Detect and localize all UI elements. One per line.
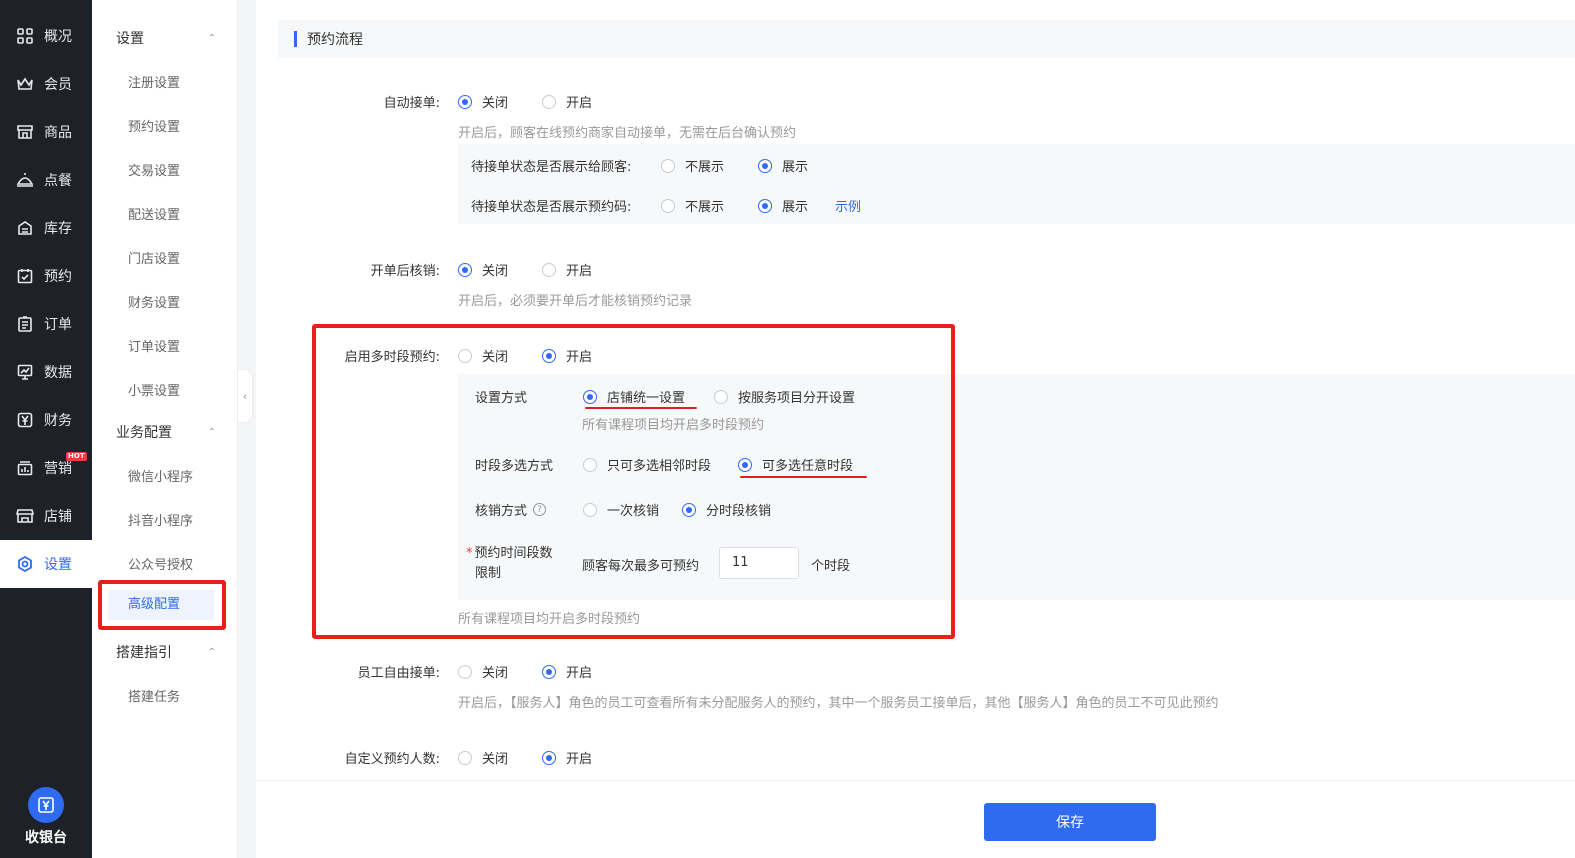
show-code-on-radio[interactable]: 展示 [758,196,808,215]
gear-icon [16,555,34,573]
order-icon [16,315,34,333]
store-icon [16,507,34,525]
verify-after-open-off-radio[interactable]: 关闭 [458,260,508,279]
staff-free-off-radio[interactable]: 关闭 [458,662,508,681]
nav-label: 设置 [44,557,72,573]
yen-icon [16,411,34,429]
subnav-item[interactable]: 交易设置 [128,160,180,179]
auto-accept-off-radio[interactable]: 关闭 [458,92,508,111]
subnav-item[interactable]: 抖音小程序 [128,510,193,529]
verify-after-open-on-radio[interactable]: 开启 [542,260,592,279]
nav-item-goods[interactable]: 商品 [0,108,92,156]
section-title: 预约流程 [307,32,363,48]
staff-free-on-radio[interactable]: 开启 [542,662,592,681]
subnav-item[interactable]: 配送设置 [128,204,180,223]
subnav-group-label: 业务配置 [116,425,172,441]
crown-icon [16,75,34,93]
staff-free-hint: 开启后，【服务人】角色的员工可查看所有未分配服务人的预约，其中一个服务员工接单后… [458,696,1219,711]
section-accent [294,31,297,47]
subnav-item[interactable]: 搭建任务 [128,686,180,705]
nav-item-overview[interactable]: 概况 [0,12,92,60]
nav-label: 数据 [44,365,72,381]
auto-accept-label: 自动接单: [383,96,440,111]
nav-item-inventory[interactable]: 库存 [0,204,92,252]
calendar-check-icon [16,267,34,285]
chevron-up-icon: ⌃ [207,426,216,438]
auto-accept-hint: 开启后，顾客在线预约商家自动接单，无需在后台确认预约 [458,126,797,141]
show-code-label: 待接单状态是否展示预约码: [471,200,632,215]
subnav-item[interactable]: 财务设置 [128,292,180,311]
verify-after-open-hint: 开启后，必须要开单后才能核销预约记录 [458,294,693,309]
subnav-group-guide[interactable]: 搭建指引 ⌃ [116,642,216,662]
nav-item-finance[interactable]: 财务 [0,396,92,444]
nav-item-settings[interactable]: 设置 [0,540,92,588]
subnav-group-label: 搭建指引 [116,645,172,661]
cashier-icon [28,787,64,823]
nav-label: 店铺 [44,509,72,525]
staff-free-label: 员工自由接单: [357,666,440,681]
chart-icon [16,363,34,381]
show-pending-off-radio[interactable]: 不展示 [661,156,724,175]
custom-count-off-radio[interactable]: 关闭 [458,748,508,767]
subnav-item[interactable]: 公众号授权 [128,554,193,573]
section-header: 预约流程 [278,20,1575,58]
chevron-up-icon: ⌃ [207,646,216,658]
nav-label: 概况 [44,29,72,45]
save-button[interactable]: 保存 [984,803,1156,841]
chevron-left-icon: ‹ [242,389,248,403]
nav-item-store[interactable]: 店铺 [0,492,92,540]
nav-label: 点餐 [44,173,72,189]
subnav-item[interactable]: 订单设置 [128,336,180,355]
verify-after-open-label: 开单后核销: [370,264,440,279]
subnav-item[interactable]: 门店设置 [128,248,180,267]
show-code-off-radio[interactable]: 不展示 [661,196,724,215]
nav-label: 营销 [44,461,72,477]
sub-nav: 设置 ⌃ 注册设置 预约设置 交易设置 配送设置 门店设置 财务设置 订单设置 … [92,0,238,858]
nav-item-member[interactable]: 会员 [0,60,92,108]
show-pending-on-radio[interactable]: 展示 [758,156,808,175]
subnav-item[interactable]: 预约设置 [128,116,180,135]
nav-item-data[interactable]: 数据 [0,348,92,396]
subnav-group-settings[interactable]: 设置 ⌃ [116,28,216,48]
nav-label: 订单 [44,317,72,333]
subnav-group-business[interactable]: 业务配置 ⌃ [116,422,216,442]
subnav-group-label: 设置 [116,31,144,47]
nav-label: 库存 [44,221,72,237]
custom-count-label: 自定义预约人数: [344,752,440,767]
footer-bar: 保存 [256,780,1575,858]
show-pending-label: 待接单状态是否展示给顾客: [471,160,632,175]
collapse-handle[interactable]: ‹ [238,370,252,422]
subnav-item[interactable]: 微信小程序 [128,466,193,485]
auto-accept-on-radio[interactable]: 开启 [542,92,592,111]
nav-label: 会员 [44,77,72,93]
subnav-item[interactable]: 小票设置 [128,380,180,399]
custom-count-on-radio[interactable]: 开启 [542,748,592,767]
marketing-icon [16,459,34,477]
main-nav: 概况 会员 商品 点餐 库存 预约 订单 数据 财务 营销 HOT 店铺 设置 … [0,0,92,858]
nav-label: 商品 [44,125,72,141]
nav-item-booking[interactable]: 预约 [0,252,92,300]
inventory-icon [16,219,34,237]
hot-badge: HOT [66,452,87,461]
grid-icon [16,27,34,45]
shop-icon [16,123,34,141]
cashier-button[interactable]: 收银台 [0,776,92,858]
nav-item-ordering[interactable]: 点餐 [0,156,92,204]
chevron-up-icon: ⌃ [207,32,216,44]
highlight-frame [312,324,955,639]
cashier-label: 收银台 [25,830,67,846]
nav-item-orders[interactable]: 订单 [0,300,92,348]
nav-label: 财务 [44,413,72,429]
subnav-item[interactable]: 注册设置 [128,72,180,91]
dish-icon [16,171,34,189]
nav-item-marketing[interactable]: 营销 HOT [0,444,92,492]
highlight-frame [98,580,226,630]
nav-label: 预约 [44,269,72,285]
example-link[interactable]: 示例 [835,196,861,215]
